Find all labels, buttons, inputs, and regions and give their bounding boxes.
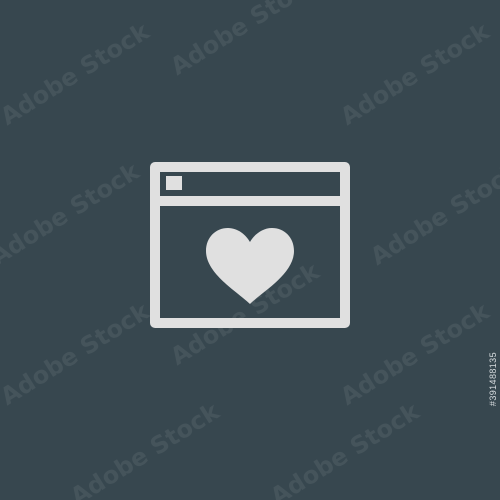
- browser-window-heart-icon: [150, 162, 350, 328]
- heart-icon: [206, 228, 294, 304]
- window-control-icon: [166, 176, 182, 190]
- icon-canvas: Adobe Stock Adobe Stock Adobe Stock Adob…: [0, 0, 500, 500]
- stock-id-label: #391488135: [488, 352, 498, 407]
